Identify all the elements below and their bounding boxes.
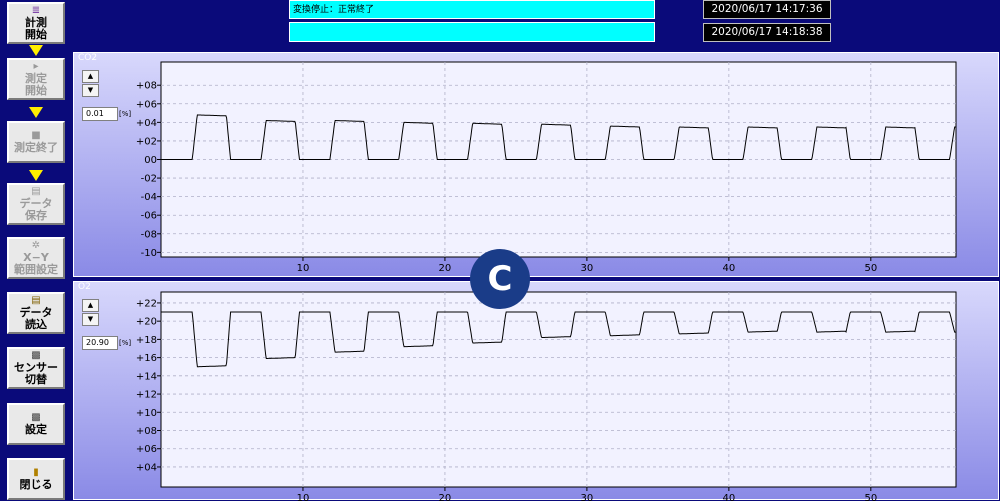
- y-tick-label: +08: [136, 81, 157, 92]
- c-badge: C: [470, 249, 530, 309]
- start-time: 2020/06/17 14:17:36: [711, 3, 823, 15]
- file-icon: ▤: [31, 294, 41, 306]
- y-tick-label: +14: [136, 371, 157, 382]
- switch-sensor-button[interactable]: ▩ センサー 切替: [7, 347, 65, 389]
- flow-arrow-icon: [29, 107, 43, 118]
- status-message-box-2: [289, 22, 655, 42]
- end-test-button[interactable]: ■ 測定終了: [7, 121, 65, 163]
- range-icon: ✲: [31, 239, 41, 251]
- y-tick-label: -02: [141, 174, 157, 185]
- close-label: 閉じる: [19, 477, 53, 491]
- start-test-label: 測定 開始: [25, 71, 47, 97]
- x-tick-label: 20: [439, 263, 452, 274]
- save-data-label: データ 保存: [19, 196, 53, 222]
- co2-graph-panel: CO2 ▲ ▼ 0.01 [%] +08 +06 +04 +02 00 -02 -04 -06…: [73, 52, 999, 277]
- xy-range-label: X−Y 範囲設定: [14, 250, 58, 276]
- y-tick-label: +08: [136, 426, 157, 437]
- save-icon: ▤: [31, 185, 41, 197]
- status-message: 変換停止：正常終了: [293, 5, 375, 15]
- y-tick-label: +12: [136, 390, 157, 401]
- c-badge-label: C: [487, 259, 513, 299]
- y-tick-label: 00: [144, 155, 157, 166]
- start-measurement-label: 計測 開始: [25, 15, 47, 41]
- end-time: 2020/06/17 14:18:38: [711, 26, 823, 38]
- status-message-box: 変換停止：正常終了: [289, 0, 655, 19]
- close-button[interactable]: ▮ 閉じる: [7, 458, 65, 500]
- y-tick-label: -04: [141, 192, 157, 203]
- y-tick-label: +04: [136, 462, 157, 473]
- x-tick-label: 10: [297, 263, 310, 274]
- save-data-button[interactable]: ▤ データ 保存: [7, 183, 65, 225]
- o2-graph-panel: O2 ▲ ▼ 20.90 [%] +22 +20 +18 +16 +14 +12 +10 +0…: [73, 281, 999, 501]
- flow-arrow-icon: [29, 170, 43, 181]
- y-tick-label: -10: [141, 248, 157, 259]
- end-time-display: 2020/06/17 14:18:38: [703, 23, 831, 42]
- stop-icon: ■: [31, 129, 41, 141]
- switch-sensor-label: センサー 切替: [14, 360, 58, 386]
- door-icon: ▮: [33, 466, 39, 478]
- y-tick-label: +16: [136, 353, 157, 364]
- y-tick-label: +10: [136, 408, 157, 419]
- play-icon: ▸: [33, 60, 39, 72]
- o2-line-chart: +22+20+18+16+14+12+10+08+06+0410 20 30 40 50: [136, 291, 957, 501]
- x-tick-label: 40: [722, 263, 735, 274]
- settings-label: 設定: [25, 422, 47, 436]
- start-measurement-button[interactable]: ≣ 計測 開始: [7, 2, 65, 44]
- start-test-button[interactable]: ▸ 測定 開始: [7, 58, 65, 100]
- x-tick-label: 30: [581, 263, 594, 274]
- load-data-label: データ 読込: [19, 305, 53, 331]
- y-tick-label: -06: [141, 211, 157, 222]
- y-tick-label: +20: [136, 317, 157, 328]
- x-tick-label: 50: [864, 263, 877, 274]
- load-data-button[interactable]: ▤ データ 読込: [7, 292, 65, 334]
- y-tick-label: +06: [136, 444, 157, 455]
- settings-button[interactable]: ▩ 設定: [7, 403, 65, 445]
- settings-icon: ▩: [31, 411, 41, 423]
- y-tick-label: +04: [136, 118, 157, 129]
- y-tick-label: +02: [136, 136, 157, 147]
- xy-range-button[interactable]: ✲ X−Y 範囲設定: [7, 237, 65, 279]
- y-tick-label: -08: [141, 229, 157, 240]
- co2-line-chart: +08 +06 +04 +02 00 -02 -04 -06 -08 -10 10 20 30 40 50: [136, 61, 957, 274]
- end-test-label: 測定終了: [14, 140, 58, 154]
- sensor-icon: ▩: [31, 349, 41, 361]
- start-time-display: 2020/06/17 14:17:36: [703, 0, 831, 19]
- y-tick-label: +18: [136, 335, 157, 346]
- chart-icon: ≣: [31, 4, 41, 16]
- y-tick-label: +06: [136, 99, 157, 110]
- flow-arrow-icon: [29, 45, 43, 56]
- y-tick-label: +22: [136, 298, 157, 309]
